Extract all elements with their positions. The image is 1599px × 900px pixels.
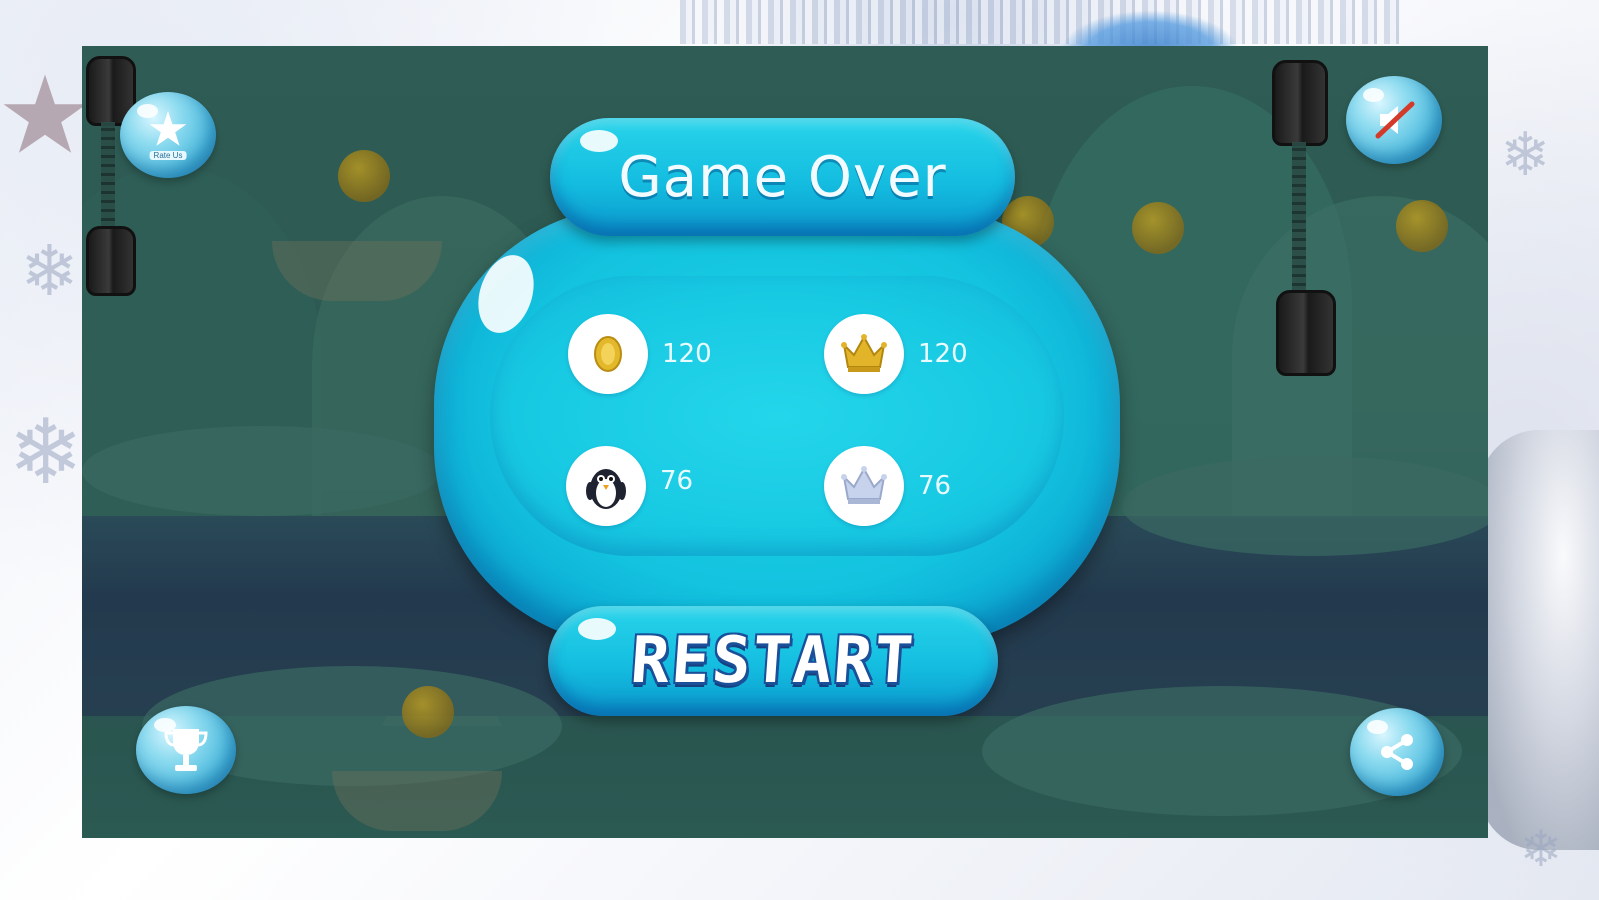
hanging-weight xyxy=(1272,60,1328,146)
crown-silver-icon xyxy=(824,446,904,526)
snowflake-icon: ❄ xyxy=(1500,120,1551,190)
penguin-icon xyxy=(566,446,646,526)
sound-toggle-button[interactable] xyxy=(1346,76,1442,164)
snowflake-icon: ❄ xyxy=(8,400,84,505)
lilypad xyxy=(1122,456,1488,556)
background-coin-icon xyxy=(1132,202,1184,254)
stat-best-coins: 120 xyxy=(824,314,968,394)
spring xyxy=(101,122,115,226)
sparkle-strip xyxy=(680,0,1400,44)
wallpaper-star-icon xyxy=(3,74,87,153)
share-icon xyxy=(1381,734,1413,770)
pearl-decoration xyxy=(1479,430,1599,850)
restart-shine xyxy=(578,618,616,640)
sound-muted-icon xyxy=(1375,101,1415,139)
stat-coins: 120 xyxy=(568,314,712,394)
distance-value: 76 xyxy=(660,466,694,496)
crown-gold-icon xyxy=(824,314,904,394)
rate-label: Rate Us xyxy=(149,151,187,160)
background-coin-icon xyxy=(338,150,390,202)
background-coin-icon xyxy=(1396,200,1448,252)
leaderboard-button[interactable] xyxy=(136,706,236,794)
trophy-icon xyxy=(164,729,208,771)
stat-distance: 76 xyxy=(566,446,693,526)
snowflake-icon: ❄ xyxy=(20,230,79,312)
game-over-title: Game Over xyxy=(618,144,947,210)
game-over-banner: Game Over xyxy=(550,118,1015,236)
banner-shine xyxy=(580,130,618,152)
hanging-weight xyxy=(86,226,136,296)
lilypad xyxy=(82,426,442,516)
background-coin-icon xyxy=(402,686,454,738)
restart-button[interactable]: RESTART xyxy=(548,606,998,716)
snowflake-icon: ❄ xyxy=(1520,820,1562,878)
star-icon xyxy=(149,111,187,146)
share-button[interactable] xyxy=(1350,708,1444,796)
spring xyxy=(1292,142,1306,290)
restart-label: RESTART xyxy=(628,624,918,698)
bowl-decoration xyxy=(332,771,502,831)
coin-icon xyxy=(568,314,648,394)
game-over-panel: 120 120 76 76 xyxy=(434,206,1120,646)
rate-button[interactable]: Rate Us xyxy=(120,92,216,178)
best-distance-value: 76 xyxy=(918,471,952,501)
coins-value: 120 xyxy=(662,339,712,369)
hanging-weight xyxy=(1276,290,1336,376)
best-coins-value: 120 xyxy=(918,339,968,369)
stat-best-distance: 76 xyxy=(824,446,951,526)
